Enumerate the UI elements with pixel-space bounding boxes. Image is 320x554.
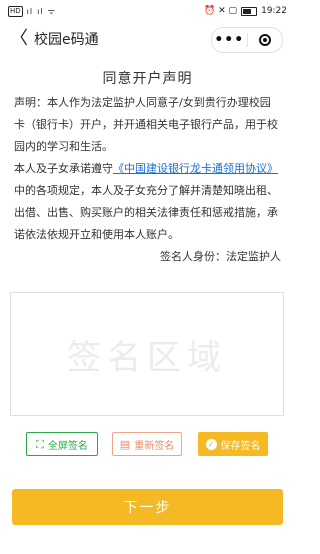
hd-badge: HD (8, 5, 23, 17)
battery-icon (241, 6, 258, 16)
clear-icon: ▤ (119, 437, 131, 451)
fullscreen-label: 全屏签名 (47, 440, 88, 452)
statement-content: 声明：本人作为法定监护人同意子/女到贵行办理校园卡（银行卡）开户，并开通相关电子… (0, 92, 295, 246)
check-icon: ✓ (205, 438, 217, 450)
signer-identity: 签名人身份：法定监护人 (160, 250, 281, 263)
more-icon: ••• (214, 32, 245, 48)
paragraph-2-prefix: 本人及子女承诺遵守 (14, 162, 113, 175)
statement-paragraph-1: 声明：本人作为法定监护人同意子/女到贵行办理校园卡（银行卡）开户，并开通相关电子… (14, 96, 278, 153)
reset-sign-button[interactable]: ▤ 重新签名 (112, 432, 182, 456)
more-button[interactable]: ••• (212, 28, 247, 52)
signal-icon-2: ıl (37, 6, 44, 16)
page-title: 同意开户声明 (102, 71, 193, 87)
status-bar: HD ıl ıl ᯤ ⏰ ✕ ▢ 19:22 (0, 0, 295, 22)
paragraph-2-suffix: 中的各项规定，本人及子女充分了解并清楚知晓出租、出借、出售、购买账户的相关法律责… (14, 184, 278, 241)
status-icons: ⏰ ✕ ▢ (204, 6, 238, 16)
status-right: ⏰ ✕ ▢ 19:22 (204, 6, 287, 16)
signature-placeholder: 签名区域 (67, 337, 227, 378)
fullscreen-icon: ⛶ (36, 437, 44, 451)
statement-paragraph-2: 本人及子女承诺遵守《中国建设银行龙卡通领用协议》中的各项规定，本人及子女充分了解… (14, 158, 281, 246)
wifi-icon: ᯤ (47, 6, 56, 16)
status-time: 19:22 (261, 6, 287, 16)
next-step-button[interactable]: 下一步 (12, 489, 283, 525)
fullscreen-sign-button[interactable]: ⛶ 全屏签名 (26, 432, 98, 456)
mini-program-capsule: ••• (211, 27, 283, 53)
signal-icon: ıl (26, 6, 34, 16)
signature-actions: ⛶ 全屏签名 ▤ 重新签名 ✓ 保存签名 (0, 432, 295, 456)
status-left: HD ıl ıl ᯤ (8, 5, 56, 17)
back-icon[interactable]: 〈 (10, 30, 28, 48)
signature-area[interactable]: 签名区域 (10, 292, 284, 416)
agreement-link[interactable]: 《中国建设银行龙卡通领用协议》 (113, 162, 278, 175)
nav-title: 校园e码通 (34, 32, 99, 48)
nav-bar: 〈 校园e码通 ••• (0, 22, 295, 56)
close-mini-program-button[interactable] (248, 28, 283, 52)
target-icon (258, 34, 271, 46)
save-label: 保存签名 (220, 440, 261, 452)
save-sign-button[interactable]: ✓ 保存签名 (198, 432, 268, 456)
reset-label: 重新签名 (134, 440, 175, 452)
